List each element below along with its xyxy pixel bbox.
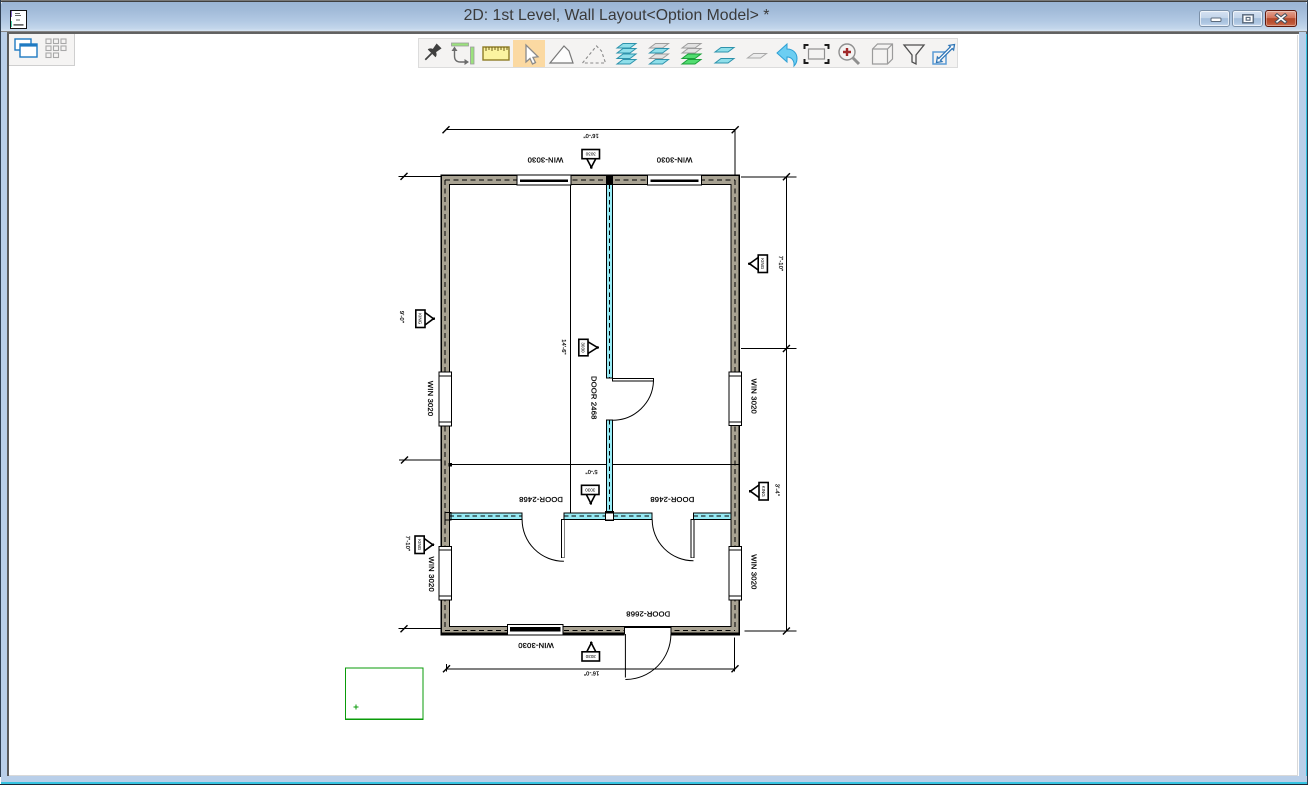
svg-text:DOOR-2668: DOOR-2668: [626, 610, 670, 619]
svg-text:WIN-3030: WIN-3030: [518, 641, 554, 650]
svg-text:14'-6": 14'-6": [560, 339, 566, 354]
svg-text:DOOR-2468: DOOR-2468: [519, 495, 563, 504]
svg-text:7'-10": 7'-10": [404, 536, 410, 551]
svg-text:DOOR 2468: DOOR 2468: [590, 376, 599, 420]
svg-text:WIN-3030: WIN-3030: [657, 156, 693, 165]
svg-text:3030: 3030: [585, 654, 596, 659]
svg-text:WIN 3020: WIN 3020: [749, 379, 758, 414]
svg-text:WIN-3030: WIN-3030: [527, 156, 563, 165]
svg-text:KING: KING: [417, 539, 422, 551]
svg-text:KING: KING: [418, 313, 423, 325]
svg-text:7'-10": 7'-10": [777, 256, 783, 271]
svg-text:3'-4": 3'-4": [774, 484, 780, 496]
svg-text:16'-0": 16'-0": [584, 670, 599, 676]
svg-text:9'-0": 9'-0": [398, 311, 404, 323]
svg-text:3030: 3030: [585, 152, 596, 157]
svg-text:KING: KING: [761, 486, 766, 498]
svg-text:WIN 3020: WIN 3020: [426, 381, 435, 416]
svg-text:3030: 3030: [581, 342, 586, 353]
svg-text:WIN 3020: WIN 3020: [749, 554, 758, 589]
svg-text:16'-0": 16'-0": [583, 132, 598, 138]
svg-text:WIN 3020: WIN 3020: [427, 557, 436, 592]
svg-text:DOOR-2468: DOOR-2468: [650, 495, 694, 504]
svg-text:KING: KING: [760, 258, 765, 270]
svg-text:5'-0": 5'-0": [585, 468, 597, 474]
svg-text:3030: 3030: [585, 487, 596, 492]
